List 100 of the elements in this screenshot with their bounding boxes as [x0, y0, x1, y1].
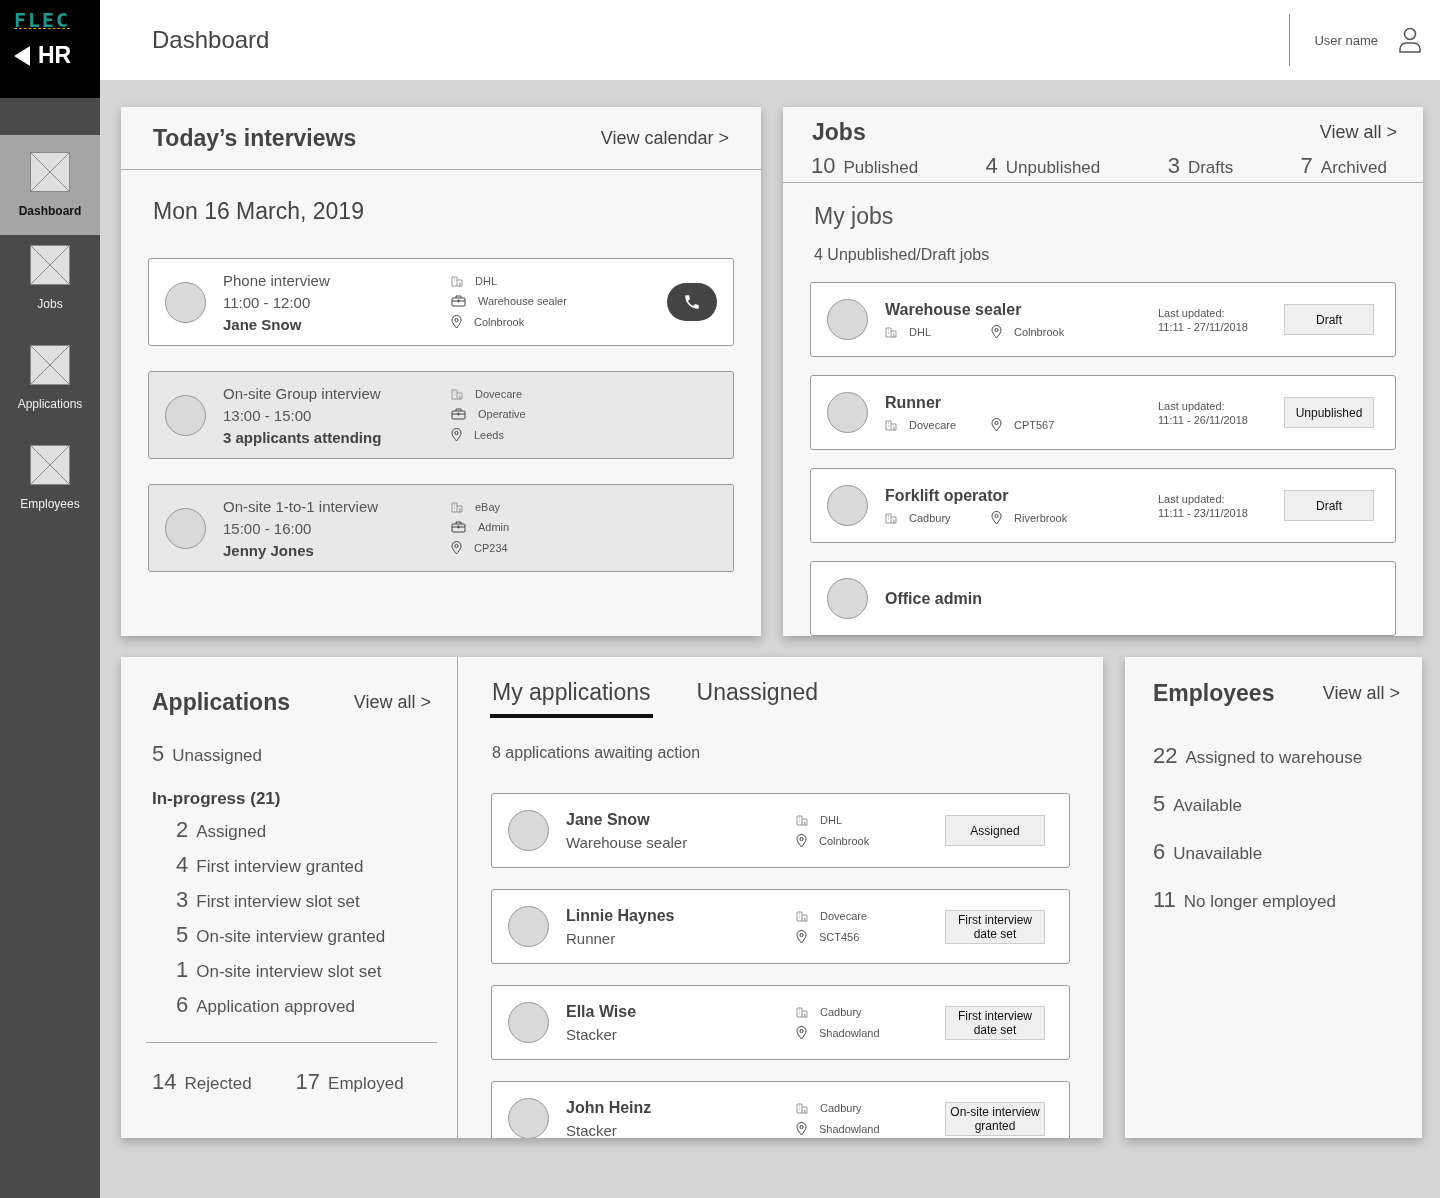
interview-card[interactable]: On-site 1-to-1 interview 15:00 - 16:00 Jenny Jones eBay Admin CP234 [148, 484, 734, 572]
applicant-name: Linnie Haynes [566, 906, 676, 925]
location-pin-icon [451, 428, 462, 442]
interview-card[interactable]: Phone interview 11:00 - 12:00 Jane Snow DHL Warehouse sealer Colnbrook [148, 258, 734, 346]
job-role: Stacker [566, 1121, 618, 1138]
image-placeholder-icon [30, 345, 70, 385]
status-count[interactable]: 4 First interview granted [176, 852, 437, 878]
application-card[interactable]: Ella Wise Stacker Cadbury Shadowland First interview date set [491, 985, 1070, 1060]
interview-card[interactable]: On-site Group interview 13:00 - 15:00 3 applicants attending Dovecare Operative Leeds [148, 371, 734, 459]
view-all-link[interactable]: View all > [353, 691, 431, 713]
interview-time: 11:00 - 12:00 [223, 293, 312, 311]
employee-count[interactable]: 6 Unavailable [1153, 839, 1394, 865]
company: DHL [909, 325, 932, 338]
company: Cadbury [820, 1005, 862, 1018]
job-stat[interactable]: 3 Drafts [1167, 153, 1234, 180]
last-updated-label: Last updated: [1158, 399, 1226, 412]
view-all-link[interactable]: View all > [1322, 682, 1400, 704]
application-card[interactable]: Linnie Haynes Runner Dovecare SCT456 First interview date set [491, 889, 1070, 964]
total-count[interactable]: 14 Rejected [152, 1069, 252, 1095]
avatar [508, 1002, 549, 1043]
company: Dovecare [475, 388, 523, 400]
interview-date: Mon 16 March, 2019 [152, 197, 365, 226]
phone-icon [683, 293, 701, 311]
building-icon [796, 1101, 808, 1114]
card-title: Jobs [812, 119, 866, 147]
status-badge: First interview date set [945, 909, 1045, 944]
status-badge: Draft [1284, 490, 1374, 521]
status-badge: First interview date set [945, 1005, 1045, 1040]
interview-time: 15:00 - 16:00 [223, 519, 313, 537]
applications-summary: 8 applications awaiting action [491, 743, 702, 763]
job-stat[interactable]: 7 Archived [1300, 153, 1387, 180]
avatar [508, 1098, 549, 1138]
building-icon [796, 1005, 808, 1018]
location-pin-icon [451, 541, 462, 555]
avatar [165, 281, 206, 323]
company: Cadbury [909, 511, 952, 524]
status-count[interactable]: 2 Assigned [176, 817, 437, 843]
status-count[interactable]: 1 On-site interview slot set [176, 957, 437, 983]
view-calendar-link[interactable]: View calendar > [600, 127, 729, 149]
avatar [165, 507, 206, 549]
application-card[interactable]: Jane Snow Warehouse sealer DHL Colnbrook Assigned [491, 793, 1070, 868]
company: DHL [475, 275, 497, 287]
location: Shadowland [819, 1026, 880, 1039]
tab[interactable]: My applications [490, 679, 653, 718]
status-count[interactable]: 6 Application approved [176, 992, 437, 1018]
avatar [827, 485, 868, 526]
tab[interactable]: Unassigned [694, 679, 820, 718]
building-icon [885, 418, 897, 431]
back-arrow-icon[interactable] [14, 45, 30, 66]
job-title: Warehouse sealer [885, 300, 1023, 319]
last-updated-date: 11:11 - 26/11/2018 [1158, 413, 1249, 426]
status-badge: Draft [1284, 304, 1374, 335]
unassigned-count[interactable]: 5 Unassigned [152, 741, 437, 767]
job-role: Runner [566, 929, 617, 947]
building-icon [885, 511, 897, 524]
avatar [508, 906, 549, 947]
user-name[interactable]: User name [1314, 32, 1378, 48]
job-stat[interactable]: 4 Unpublished [985, 153, 1101, 180]
job-card[interactable]: Office admin [810, 561, 1396, 636]
job-role: Admin [478, 521, 510, 533]
status-count[interactable]: 5 On-site interview granted [176, 922, 437, 948]
location: Riverbrook [1014, 511, 1068, 524]
application-card[interactable]: John Heinz Stacker Cadbury Shadowland On-site interview granted [491, 1081, 1070, 1138]
location-pin-icon [796, 1025, 807, 1040]
interviewee: Jenny Jones [223, 541, 315, 559]
employee-count[interactable]: 5 Available [1153, 791, 1394, 817]
job-title: Runner [885, 393, 942, 412]
interview-time: 13:00 - 15:00 [223, 406, 313, 424]
sidebar-item[interactable]: Dashboard [0, 135, 100, 235]
last-updated-label: Last updated: [1158, 492, 1226, 505]
location: CP234 [474, 542, 508, 554]
applicant-name: John Heinz [566, 1098, 653, 1117]
image-placeholder-icon [30, 245, 70, 285]
job-stat[interactable]: 10 Published [811, 153, 919, 180]
location: Shadowland [819, 1122, 880, 1135]
location: Leeds [474, 429, 504, 441]
briefcase-icon [451, 408, 466, 420]
building-icon [796, 813, 808, 826]
last-updated-date: 11:11 - 27/11/2018 [1158, 320, 1249, 333]
job-card[interactable]: Forklift operator Cadbury Riverbrook Last updated: 11:11 - 23/11/2018 Draft [810, 468, 1396, 543]
total-count[interactable]: 17 Employed [295, 1069, 404, 1095]
status-count[interactable]: 3 First interview slot set [176, 887, 437, 913]
location-pin-icon [451, 315, 462, 329]
employee-count[interactable]: 11 No longer employed [1153, 887, 1394, 913]
avatar [508, 810, 549, 851]
interviewee: Jane Snow [223, 315, 303, 333]
location-pin-icon [991, 324, 1002, 339]
section-title: My jobs [813, 202, 895, 231]
card-title: Employees [1153, 679, 1275, 707]
status-badge: Unpublished [1284, 397, 1374, 428]
employee-count[interactable]: 22 Assigned to warehouse [1153, 743, 1394, 769]
job-card[interactable]: Runner Dovecare CPT567 Last updated: 11:11 - 26/11/2018 Unpublished [810, 375, 1396, 450]
view-all-link[interactable]: View all > [1319, 122, 1397, 144]
avatar [827, 299, 868, 340]
company: DHL [820, 813, 842, 826]
company: Dovecare [820, 909, 868, 922]
call-button[interactable] [667, 283, 717, 321]
job-card[interactable]: Warehouse sealer DHL Colnbrook Last updated: 11:11 - 27/11/2018 Draft [810, 282, 1396, 357]
user-icon[interactable] [1398, 27, 1422, 53]
jobs-summary: 4 Unpublished/Draft jobs [813, 246, 991, 265]
